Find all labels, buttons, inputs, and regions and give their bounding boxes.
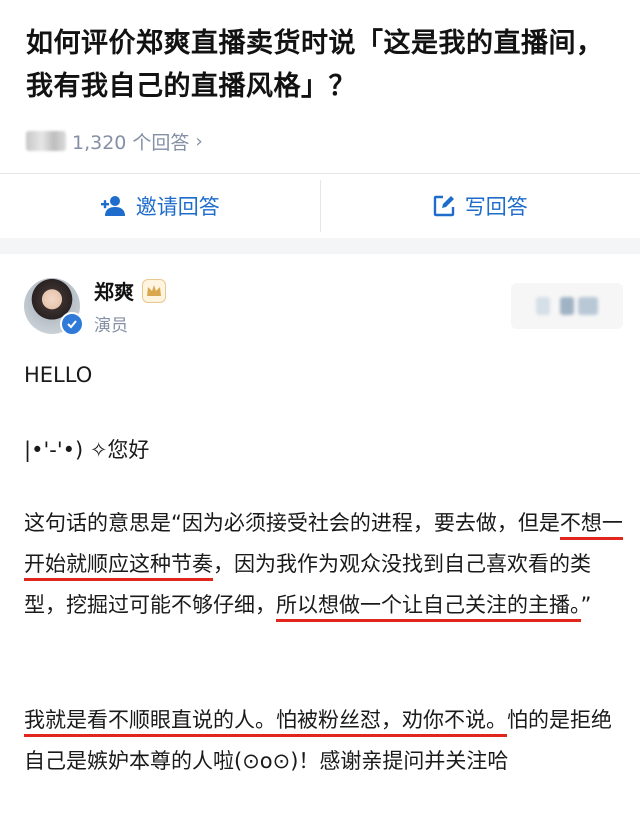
question-meta[interactable]: 1,320 个回答 › [26, 127, 203, 155]
underlined-text: 我就是看不顺眼直说的人。怕被粉丝怼，劝你不说。 [24, 708, 507, 737]
write-answer-button[interactable]: 写回答 [321, 174, 640, 238]
chevron-right-icon: › [195, 130, 203, 152]
blurred-glyph [560, 297, 574, 315]
blurred-topic [26, 131, 66, 151]
verified-check-icon [60, 312, 84, 336]
answer-paragraph: |•'-'•) ✧您好 [24, 438, 150, 462]
question-title: 如何评价郑爽直播卖货时说「这是我的直播间，我有我自己的直播风格」？ [26, 28, 604, 102]
action-bar: 邀请回答 写回答 [0, 174, 640, 238]
add-user-icon [100, 195, 126, 217]
answer-count: 1,320 个回答 [72, 131, 190, 154]
follow-button[interactable] [511, 283, 623, 329]
blurred-glyph [578, 297, 598, 315]
answer-text: ” [580, 593, 592, 617]
crown-icon [142, 278, 166, 303]
invite-answer-button[interactable]: 邀请回答 [0, 174, 320, 238]
answer-paragraph: HELLO [24, 363, 93, 387]
avatar[interactable] [24, 278, 84, 336]
answer-paragraph: 我就是看不顺眼直说的人。怕被粉丝怼，劝你不说。怕的是拒绝自己是嫉妒本尊的人啦(⊙… [24, 700, 624, 782]
answer-paragraph: 这句话的意思是“因为必须接受社会的进程，要去做，但是不想一开始就顺应这种节奏，因… [24, 503, 624, 626]
underlined-text: 所以想做一个让自己关注的主播。 [276, 593, 581, 622]
answer-text: 这句话的意思是“因为必须接受社会的进程，要去做，但是 [24, 511, 560, 535]
invite-answer-label: 邀请回答 [135, 195, 220, 219]
author-role: 演员 [94, 316, 128, 336]
author-name[interactable]: 郑爽 [94, 276, 134, 305]
edit-icon [433, 195, 455, 217]
answer-author[interactable]: 郑爽 演员 [24, 276, 166, 336]
blurred-glyph [536, 297, 550, 315]
write-answer-label: 写回答 [464, 195, 528, 219]
section-gap [0, 238, 640, 254]
